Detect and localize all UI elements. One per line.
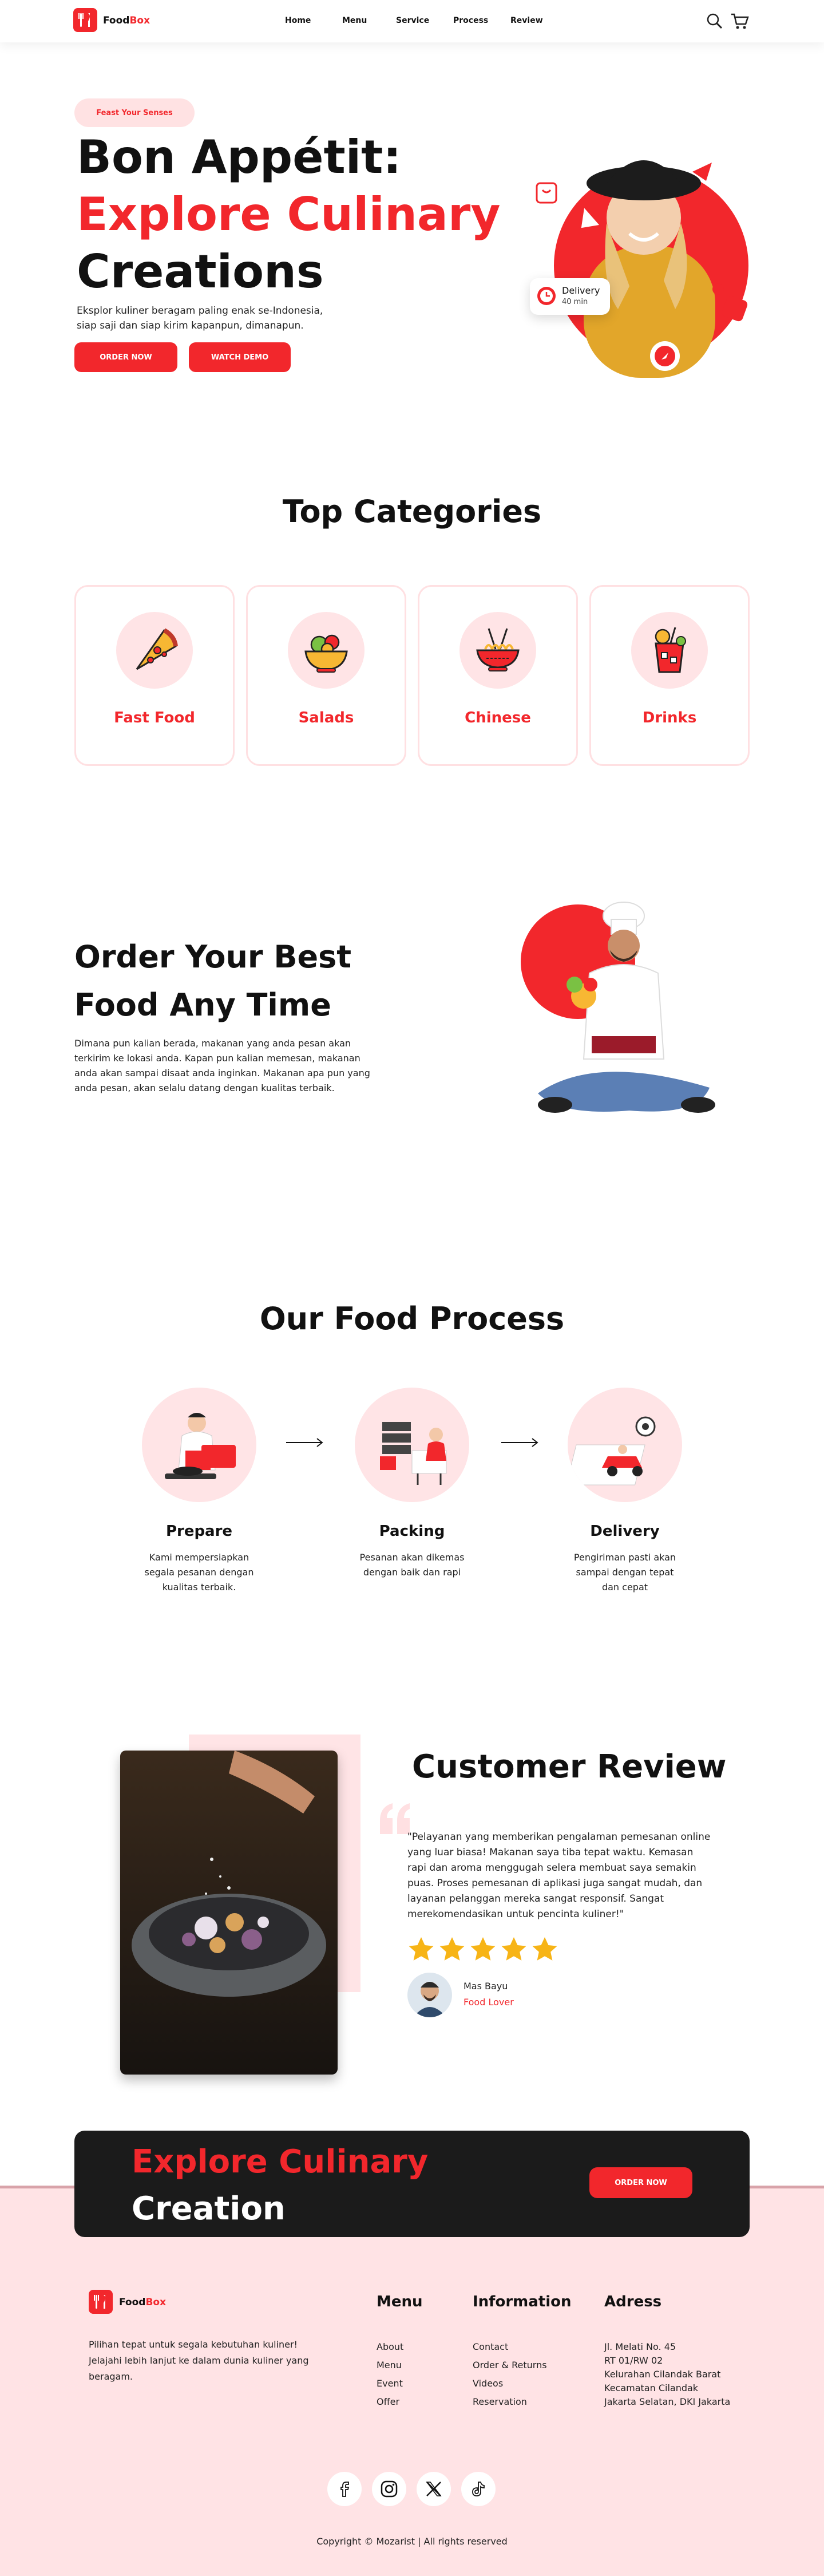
banner-title-line-2: Creation	[132, 2190, 286, 2227]
category-label: Fast Food	[114, 709, 195, 726]
chef-illustration	[521, 902, 715, 1113]
star-icon	[532, 1937, 557, 1961]
footer-link-reservation[interactable]: Reservation	[473, 2396, 527, 2407]
category-card-salads[interactable]: Salads	[246, 585, 406, 766]
cart-icon[interactable]	[730, 11, 750, 31]
packing-illustration	[355, 1388, 469, 1502]
arrow-right-icon	[501, 1438, 538, 1447]
hero-title-line-3: Creations	[77, 245, 324, 298]
search-icon[interactable]	[706, 13, 723, 30]
copyright: Copyright © Mozarist | All rights reserv…	[316, 2536, 508, 2547]
category-label: Chinese	[465, 709, 531, 726]
hero-title-line-1: Bon Appétit:	[77, 131, 402, 184]
star-icon	[439, 1937, 465, 1961]
order-title-line-2: Food Any Time	[74, 987, 331, 1023]
brand-part-2: Box	[145, 2297, 167, 2308]
review-title: Customer Review	[412, 1748, 727, 1785]
salad-icon	[288, 612, 365, 689]
process-step-title: Prepare	[165, 1523, 233, 1540]
address-line: RT 01/RW 02	[604, 2355, 663, 2366]
nav-menu[interactable]: Menu	[342, 16, 367, 25]
process-step-desc: Pesanan akan dikemas dengan baik dan rap…	[359, 1552, 465, 1578]
prepare-illustration	[142, 1388, 256, 1502]
arrow-right-icon	[286, 1438, 323, 1447]
hero-woman-illustration	[536, 160, 748, 378]
delivery-time-card: Delivery 40 min	[530, 278, 610, 315]
pizza-icon	[116, 612, 193, 689]
order-now-button[interactable]: ORDER NOW	[74, 342, 177, 372]
banner-order-button[interactable]: ORDER NOW	[589, 2167, 692, 2198]
watch-demo-button[interactable]: WATCH DEMO	[189, 342, 291, 372]
tiktok-icon[interactable]	[461, 2472, 496, 2506]
footer-menu-title: Menu	[377, 2293, 423, 2310]
noodles-icon	[459, 612, 536, 689]
category-label: Salads	[298, 709, 354, 726]
process-title: Our Food Process	[259, 1301, 565, 1337]
footer-link-about[interactable]: About	[377, 2341, 403, 2352]
process-step-title: Delivery	[590, 1523, 660, 1540]
categories-title: Top Categories	[282, 493, 542, 530]
nav-process[interactable]: Process	[453, 16, 488, 25]
hero-illustration: Delivery 40 min	[526, 137, 755, 378]
reviewer-name: Mas Bayu	[464, 1981, 508, 1992]
category-label: Drinks	[642, 709, 697, 726]
banner-title-line-1: Explore Culinary	[132, 2143, 429, 2180]
footer-link-offer[interactable]: Offer	[377, 2396, 399, 2407]
hero-tagline-pill: Feast Your Senses	[74, 98, 195, 127]
facebook-icon[interactable]	[327, 2472, 362, 2506]
x-icon[interactable]	[417, 2472, 451, 2506]
footer-info-title: Information	[473, 2293, 572, 2310]
clock-icon	[537, 287, 556, 305]
nav-home[interactable]: Home	[285, 16, 311, 25]
footer-logo-icon[interactable]	[89, 2290, 113, 2314]
process-step-desc: Kami mempersiapkan segala pesanan dengan…	[144, 1552, 254, 1593]
delivery-label: Delivery	[562, 285, 600, 296]
order-title-line-1: Order Your Best	[74, 939, 352, 975]
address-line: Jl. Melati No. 45	[604, 2341, 676, 2352]
quote-icon	[380, 1803, 410, 1834]
footer-brand-name[interactable]: FoodBox	[119, 2297, 166, 2308]
footer-link-menu[interactable]: Menu	[377, 2360, 402, 2370]
instagram-icon[interactable]	[372, 2472, 406, 2506]
nav-service[interactable]: Service	[396, 16, 429, 25]
category-card-drinks[interactable]: Drinks	[589, 585, 750, 766]
category-card-fast-food[interactable]: Fast Food	[74, 585, 235, 766]
star-icon	[470, 1937, 496, 1961]
nav-review[interactable]: Review	[510, 16, 543, 25]
cta-banner: Explore Culinary Creation ORDER NOW	[74, 2131, 750, 2237]
order-title: Order Your Best Food Any Time	[74, 933, 351, 1029]
footer-description: Pilihan tepat untuk segala kebutuhan kul…	[89, 2339, 309, 2382]
footer-link-event[interactable]: Event	[377, 2378, 403, 2389]
footer-link-contact[interactable]: Contact	[473, 2341, 508, 2352]
category-card-chinese[interactable]: Chinese	[418, 585, 578, 766]
footer-address-title: Adress	[604, 2293, 662, 2310]
process-step-desc: Pengiriman pasti akan sampai dengan tepa…	[573, 1552, 676, 1593]
review-quote: "Pelayanan yang memberikan pengalaman pe…	[407, 1831, 711, 1920]
brand-name[interactable]: FoodBox	[103, 15, 150, 26]
star-icon	[501, 1937, 526, 1961]
address-line: Jakarta Selatan, DKI Jakarta	[604, 2396, 731, 2407]
star-icon	[409, 1937, 434, 1961]
logo-icon[interactable]	[73, 8, 97, 32]
reviewer-role: Food Lover	[464, 1997, 514, 2008]
address-line: Kecamatan Cilandak	[604, 2383, 699, 2393]
address-line: Kelurahan Cilandak Barat	[604, 2369, 721, 2380]
delivery-illustration	[568, 1388, 682, 1502]
avatar	[407, 1973, 452, 2017]
order-description: Dimana pun kalian berada, makanan yang a…	[74, 1038, 370, 1093]
footer-link-order-returns[interactable]: Order & Returns	[473, 2360, 547, 2370]
brand-part-1: Food	[103, 15, 130, 26]
hero-title-line-2: Explore Culinary	[77, 188, 501, 241]
brand-part-1: Food	[119, 2297, 146, 2308]
top-navbar: FoodBox Home Menu Service Process Review	[0, 0, 824, 42]
process-step-title: Packing	[379, 1523, 445, 1540]
brand-part-2: Box	[129, 15, 150, 26]
drink-icon	[631, 612, 708, 689]
review-food-photo	[120, 1751, 338, 2075]
hero-description: Eksplor kuliner beragam paling enak se-I…	[77, 305, 323, 331]
delivery-time: 40 min	[562, 298, 588, 306]
footer-link-videos[interactable]: Videos	[473, 2378, 503, 2389]
